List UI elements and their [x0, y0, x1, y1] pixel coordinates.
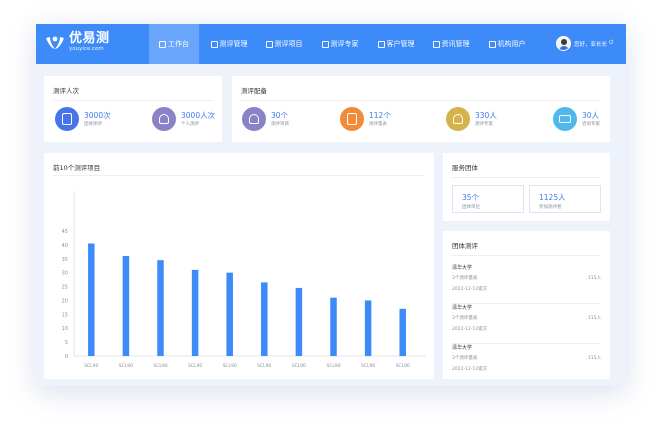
nav-item-news-management[interactable]: 资讯管理 [425, 24, 477, 64]
monitor-icon [159, 40, 166, 48]
pen-icon [55, 107, 79, 131]
nav-item-test-projects[interactable]: 测评项目 [258, 24, 310, 64]
nav-item-workbench[interactable]: 工作台 [149, 24, 199, 64]
card-title: 测评配备 [241, 87, 267, 95]
logo-mark-icon [44, 34, 66, 52]
avatar [556, 36, 571, 51]
list-item[interactable]: 清华大学 3个测评量表 2022-12-12提交 115人 [452, 264, 601, 304]
top-projects-chart-card: 前10个测评项目 0 5 10 15 20 25 30 35 40 45 SCL90 SCL90 SCL… [44, 153, 434, 379]
bar[interactable] [261, 282, 268, 356]
bar[interactable] [399, 308, 406, 356]
stat-individual-tests: 3000人次 个人测评 [152, 107, 215, 131]
stat-box-units: 35个 团体单位 [452, 185, 524, 213]
user-gear-icon [242, 107, 266, 131]
bar[interactable] [88, 243, 95, 357]
y-tick-label: 45 [62, 229, 68, 235]
stat-consult-experts: 30人 咨询专家 [553, 107, 600, 131]
nav-item-test-experts[interactable]: 测评专家 [314, 24, 366, 64]
card-title: 测评人次 [53, 87, 79, 95]
bar[interactable] [295, 287, 303, 356]
bar[interactable] [191, 269, 199, 356]
test-config-card: 测评配备 30个 测评项目 112个 测评量表 330人 测评专家 30人 咨询… [232, 76, 610, 142]
y-tick-label: 10 [62, 326, 68, 332]
y-tick-label: 40 [62, 243, 68, 249]
news-icon [432, 40, 440, 48]
bar[interactable] [157, 260, 164, 356]
bar[interactable] [330, 297, 337, 356]
person-icon [152, 107, 176, 131]
x-tick-label: SCL90 [326, 363, 340, 369]
y-tick-label: 20 [62, 298, 68, 304]
y-tick-label: 0 [65, 354, 68, 360]
x-tick-label: SCL90 [396, 363, 410, 369]
stat-projects: 30个 测评项目 [242, 107, 289, 131]
nav-item-org-users[interactable]: 机构用户 [481, 24, 533, 64]
document-icon [340, 107, 364, 131]
y-tick-label: 30 [62, 271, 68, 277]
power-icon[interactable]: ⏻ [609, 40, 613, 47]
y-tick-label: 35 [62, 257, 68, 263]
users-icon [488, 40, 496, 48]
expert-icon [446, 107, 470, 131]
user-menu[interactable]: 您好，亚长长 ⏻ [556, 36, 613, 51]
customers-icon [377, 40, 385, 48]
mortarboard-icon [553, 107, 577, 131]
experts-icon [321, 40, 329, 48]
stat-group-tests: 3000次 团体测评 [55, 107, 111, 131]
test-count-card: 测评人次 3000次 团体测评 3000人次 个人测评 [44, 76, 222, 142]
x-tick-label: SCL90 [153, 363, 167, 369]
user-greeting: 您好，亚长长 [574, 41, 608, 48]
document-icon [265, 40, 273, 48]
list-item[interactable]: 清华大学 3个测评量表 2022-12-12提交 115人 [452, 344, 601, 384]
x-tick-label: SCL90 [223, 363, 237, 369]
logo[interactable]: 优易测 youyice.com [44, 32, 110, 53]
bar-chart: 0 5 10 15 20 25 30 35 40 45 SCL90 SCL90 SCL90 SCL90 SC… [62, 191, 426, 369]
bar[interactable] [122, 256, 130, 356]
nav-item-test-management[interactable]: 测评管理 [203, 24, 255, 64]
card-title: 服务团体 [452, 164, 478, 172]
x-tick-label: SCL90 [119, 363, 133, 369]
stat-scales: 112个 测评量表 [340, 107, 391, 131]
brand-domain: youyice.com [69, 46, 104, 52]
top-nav: 优易测 youyice.com 工作台 测评管理 测评项目 测评专家 客户管理 … [36, 24, 626, 64]
bar[interactable] [226, 272, 233, 356]
nav-item-customer-management[interactable]: 客户管理 [370, 24, 422, 64]
x-tick-label: SCL90 [188, 363, 202, 369]
bar[interactable] [364, 300, 372, 356]
clipboard-icon [210, 40, 218, 48]
stat-box-participants: 1125人 参加测评者 [529, 185, 601, 213]
brand-name: 优易测 [69, 31, 110, 46]
list-item[interactable]: 清华大学 3个测评量表 2022-12-12提交 115人 [452, 304, 601, 344]
app-window: 优易测 youyice.com 工作台 测评管理 测评项目 测评专家 客户管理 … [36, 24, 626, 386]
y-tick-label: 15 [62, 312, 68, 318]
y-tick-label: 5 [65, 340, 68, 346]
x-tick-label: SCL90 [257, 363, 271, 369]
stat-test-experts: 330人 测评专家 [446, 107, 497, 131]
group-tests-card: 团体测评 清华大学 3个测评量表 2022-12-12提交 115人 清华大学 … [443, 231, 610, 379]
service-group-card: 服务团体 35个 团体单位 1125人 参加测评者 [443, 153, 610, 221]
y-tick-label: 25 [62, 285, 68, 291]
x-tick-label: SCL90 [361, 363, 375, 369]
x-tick-label: SCL90 [84, 363, 98, 369]
x-tick-label: SCL90 [292, 363, 306, 369]
card-title: 团体测评 [452, 242, 478, 250]
